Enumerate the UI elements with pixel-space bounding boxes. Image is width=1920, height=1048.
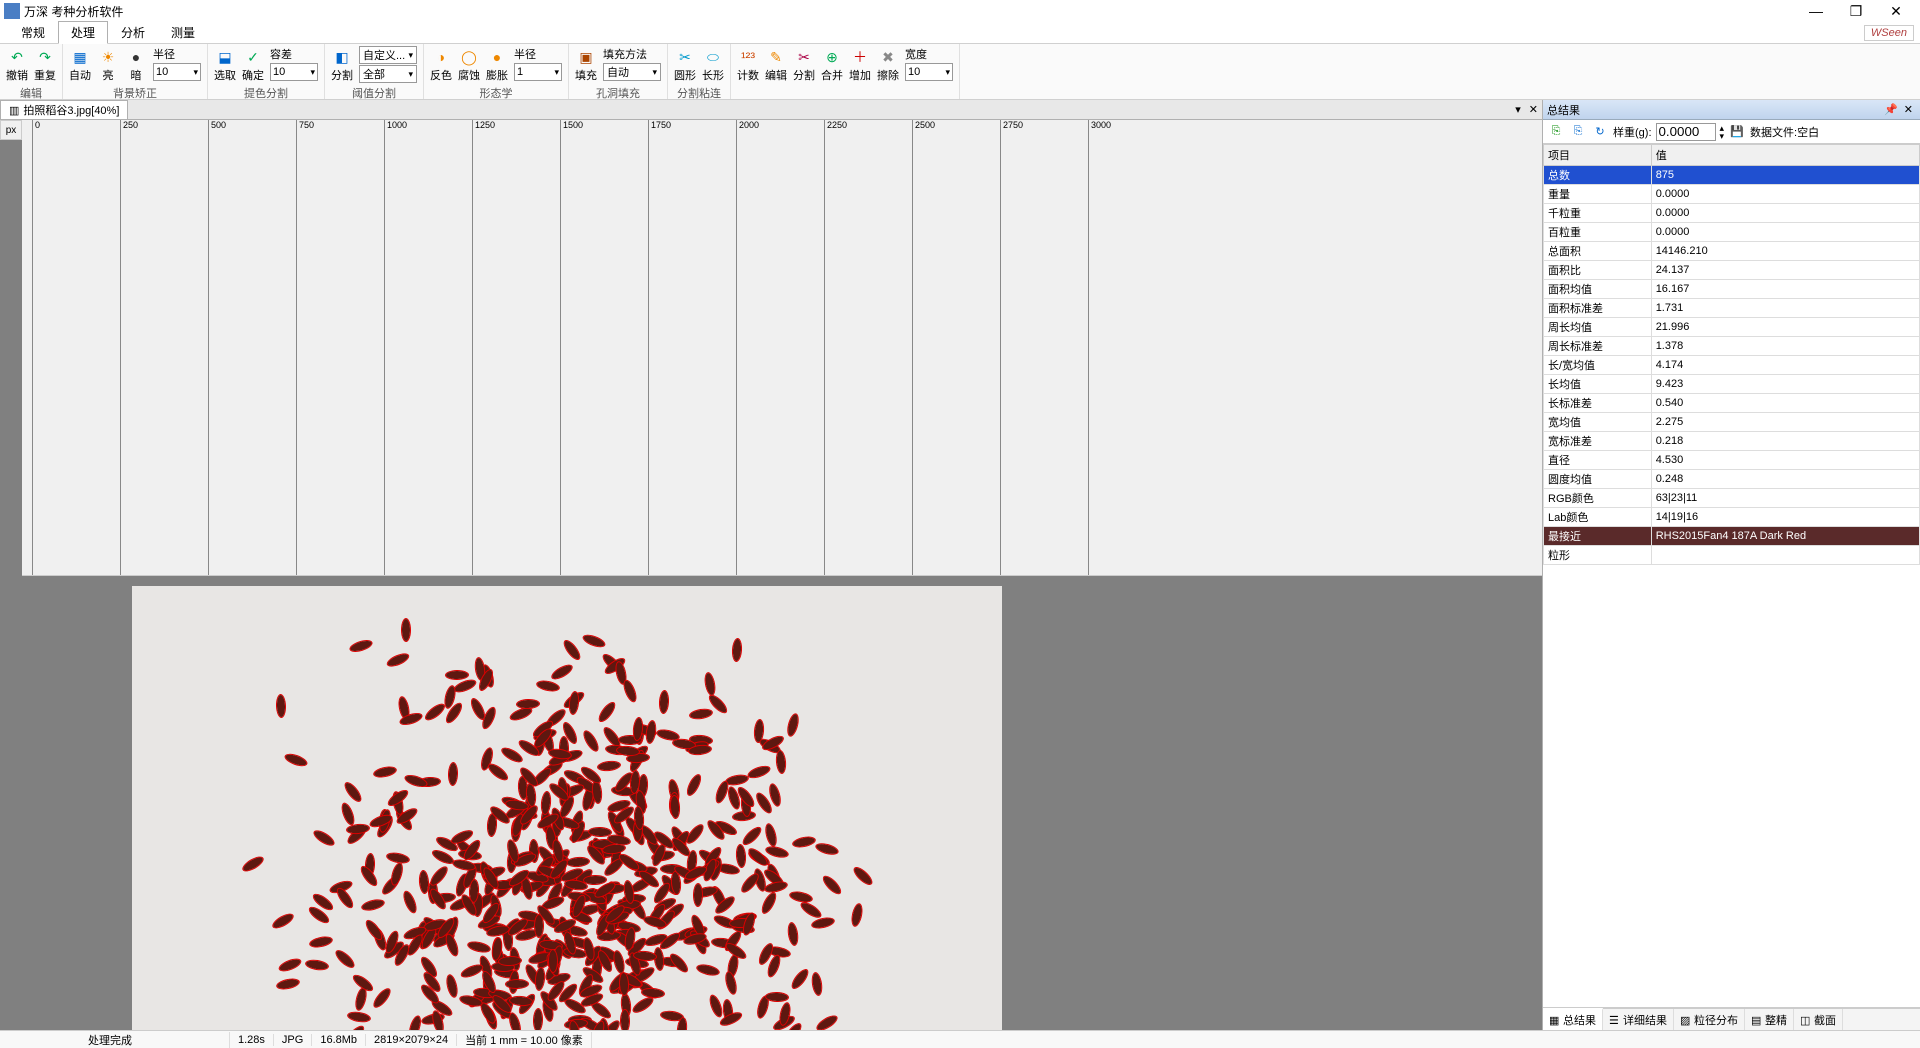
- menu-tab-常规[interactable]: 常规: [8, 21, 58, 44]
- result-row[interactable]: RGB颜色63|23|11: [1544, 489, 1920, 508]
- panel-close-icon[interactable]: ✕: [1901, 103, 1916, 116]
- ruler-corner: px: [0, 120, 22, 140]
- col-item: 项目: [1544, 145, 1652, 166]
- tool-编辑[interactable]: ✎编辑: [763, 46, 789, 85]
- document-tab[interactable]: ▥ 拍照稻谷3.jpg[40%]: [0, 100, 128, 119]
- status-scale: 当前 1 mm = 10.00 像素: [457, 1032, 592, 1048]
- col-value: 值: [1651, 145, 1919, 166]
- result-row[interactable]: 重量0.0000: [1544, 185, 1920, 204]
- window-title: 万深 考种分析软件: [24, 3, 123, 20]
- ruler-horizontal: 0250500750100012501500175020002250250027…: [22, 120, 1542, 576]
- tool-撤销[interactable]: ↶撤销: [4, 46, 30, 85]
- minimize-button[interactable]: —: [1796, 1, 1836, 21]
- doc-icon: ▥: [9, 104, 19, 117]
- result-row[interactable]: 百粒重0.0000: [1544, 223, 1920, 242]
- weight-input[interactable]: [1656, 123, 1716, 141]
- tool-增加[interactable]: ＋增加: [847, 46, 873, 85]
- image-canvas[interactable]: [22, 576, 1542, 1031]
- result-row[interactable]: 周长均值21.996: [1544, 318, 1920, 337]
- tool-选取[interactable]: ⬓选取: [212, 46, 238, 85]
- result-row[interactable]: 最接近RHS2015Fan4 187A Dark Red: [1544, 527, 1920, 546]
- result-tab-粒径分布[interactable]: ▨粒径分布: [1674, 1009, 1745, 1030]
- result-row[interactable]: 长标准差0.540: [1544, 394, 1920, 413]
- results-table[interactable]: 项目值总数875重量0.0000千粒重0.0000百粒重0.0000总面积141…: [1543, 144, 1920, 1008]
- tool-反色[interactable]: ◑反色: [428, 46, 454, 85]
- analyzed-image: [132, 586, 1002, 1031]
- result-row[interactable]: 直径4.530: [1544, 451, 1920, 470]
- panel-pin-icon[interactable]: 📌: [1881, 103, 1901, 116]
- menu-tab-处理[interactable]: 处理: [58, 21, 108, 44]
- titlebar: 万深 考种分析软件 — ❐ ✕: [0, 0, 1920, 22]
- tool-暗[interactable]: ●暗: [123, 46, 149, 85]
- result-row[interactable]: 面积标准差1.731: [1544, 299, 1920, 318]
- status-message: 处理完成: [80, 1032, 230, 1048]
- result-row[interactable]: 宽标准差0.218: [1544, 432, 1920, 451]
- tool-擦除[interactable]: ✖擦除: [875, 46, 901, 85]
- datafile-label: 数据文件:空白: [1750, 124, 1819, 140]
- result-tab-截面[interactable]: ◫截面: [1794, 1009, 1843, 1030]
- result-row[interactable]: 长/宽均值4.174: [1544, 356, 1920, 375]
- status-dimensions: 2819×2079×24: [366, 1034, 457, 1046]
- result-row[interactable]: 面积比24.137: [1544, 261, 1920, 280]
- result-row[interactable]: 宽均值2.275: [1544, 413, 1920, 432]
- weight-spinner[interactable]: ▴▾: [1720, 124, 1725, 140]
- menu-tab-测量[interactable]: 测量: [158, 21, 208, 44]
- panel-title: 总结果: [1547, 102, 1580, 118]
- refresh-icon[interactable]: ↻: [1591, 123, 1609, 141]
- tool-膨胀[interactable]: ●膨胀: [484, 46, 510, 85]
- result-row[interactable]: 千粒重0.0000: [1544, 204, 1920, 223]
- result-tab-整精[interactable]: ▤整精: [1745, 1009, 1794, 1030]
- tool-亮[interactable]: ☀亮: [95, 46, 121, 85]
- result-row[interactable]: 面积均值16.167: [1544, 280, 1920, 299]
- ribbon-toolbar: ↶撤销↷重复编辑▦自动☀亮●暗半径10背景矫正⬓选取✓确定容差10提色分割◧分割…: [0, 44, 1920, 100]
- weight-label: 样重(g):: [1613, 124, 1652, 140]
- doc-dropdown[interactable]: ▾: [1511, 103, 1525, 116]
- tool-分割[interactable]: ◧分割: [329, 46, 355, 85]
- result-row[interactable]: 圆度均值0.248: [1544, 470, 1920, 489]
- result-row[interactable]: 周长标准差1.378: [1544, 337, 1920, 356]
- statusbar: 处理完成 1.28s JPG 16.8Mb 2819×2079×24 当前 1 …: [0, 1030, 1920, 1048]
- result-tab-详细结果[interactable]: ☰详细结果: [1603, 1009, 1674, 1030]
- tool-分割[interactable]: ✂分割: [791, 46, 817, 85]
- save-icon[interactable]: 💾: [1728, 123, 1746, 141]
- tool-圆形[interactable]: ✂圆形: [672, 46, 698, 85]
- app-icon: [4, 3, 20, 19]
- results-panel: 总结果 📌 ✕ ⎘ ⎘ ↻ 样重(g): ▴▾ 💾 数据文件:空白 项目值总数8…: [1542, 100, 1920, 1030]
- maximize-button[interactable]: ❐: [1836, 1, 1876, 21]
- tool-自动[interactable]: ▦自动: [67, 46, 93, 85]
- result-row[interactable]: 粒形: [1544, 546, 1920, 565]
- result-row[interactable]: 总面积14146.210: [1544, 242, 1920, 261]
- status-format: JPG: [274, 1034, 312, 1046]
- tool-合并[interactable]: ⊕合并: [819, 46, 845, 85]
- brand-badge: WSeen: [1864, 25, 1914, 41]
- status-time: 1.28s: [230, 1034, 274, 1046]
- close-button[interactable]: ✕: [1876, 1, 1916, 21]
- status-filesize: 16.8Mb: [312, 1034, 366, 1046]
- export-icon[interactable]: ⎘: [1569, 123, 1587, 141]
- export-excel-icon[interactable]: ⎘: [1547, 123, 1565, 141]
- tool-确定[interactable]: ✓确定: [240, 46, 266, 85]
- tool-腐蚀[interactable]: ◯腐蚀: [456, 46, 482, 85]
- document-tabbar: ▥ 拍照稻谷3.jpg[40%] ▾ ✕: [0, 100, 1542, 120]
- doc-close[interactable]: ✕: [1525, 103, 1542, 116]
- result-row[interactable]: 总数875: [1544, 166, 1920, 185]
- menu-tab-分析[interactable]: 分析: [108, 21, 158, 44]
- menubar: 常规处理分析测量 WSeen: [0, 22, 1920, 44]
- result-row[interactable]: 长均值9.423: [1544, 375, 1920, 394]
- tool-计数[interactable]: ¹²³计数: [735, 46, 761, 85]
- tool-长形[interactable]: ⬭长形: [700, 46, 726, 85]
- tool-填充[interactable]: ▣填充: [573, 46, 599, 85]
- results-tabbar: ▦总结果☰详细结果▨粒径分布▤整精◫截面: [1543, 1008, 1920, 1030]
- result-tab-总结果[interactable]: ▦总结果: [1543, 1008, 1603, 1030]
- tool-重复[interactable]: ↷重复: [32, 46, 58, 85]
- result-row[interactable]: Lab颜色14|19|16: [1544, 508, 1920, 527]
